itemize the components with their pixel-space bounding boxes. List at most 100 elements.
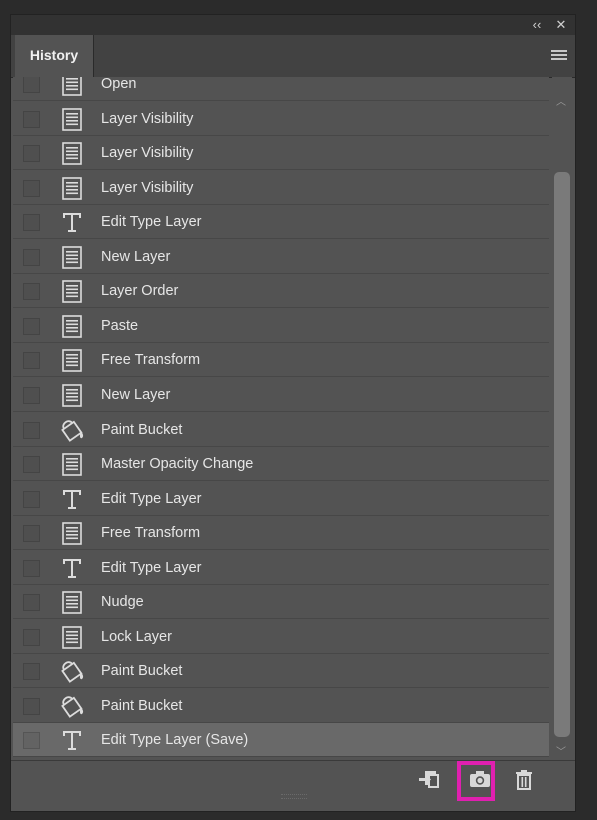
history-state-label: Open: [101, 77, 137, 92]
snapshot-source-checkbox[interactable]: [23, 490, 40, 508]
history-state-label: Paint Bucket: [101, 421, 183, 438]
scrollbar-thumb[interactable]: [554, 172, 570, 737]
history-state-label: Layer Visibility: [101, 179, 194, 196]
history-state-label: Edit Type Layer: [101, 559, 202, 576]
type-icon: [60, 728, 84, 752]
snapshot-source-checkbox[interactable]: [23, 697, 40, 715]
paint-bucket-icon: [60, 418, 84, 442]
panel-menu-icon[interactable]: [551, 50, 567, 62]
document-icon: [60, 176, 84, 200]
document-icon: [60, 141, 84, 165]
snapshot-source-checkbox[interactable]: [23, 732, 40, 750]
tab-strip: History: [11, 35, 575, 78]
history-state-row[interactable]: Layer Visibility: [13, 101, 549, 136]
scroll-up-icon[interactable]: ︿: [556, 93, 566, 108]
type-icon: [60, 487, 84, 511]
snapshot-source-checkbox[interactable]: [23, 77, 40, 93]
history-state-label: Lock Layer: [101, 628, 172, 645]
collapse-icon[interactable]: ‹‹: [527, 15, 547, 35]
history-state-row[interactable]: Master Opacity Change: [13, 447, 549, 482]
snapshot-source-checkbox[interactable]: [23, 559, 40, 577]
history-state-row[interactable]: New Layer: [13, 239, 549, 274]
history-state-label: Layer Visibility: [101, 110, 194, 127]
snapshot-source-checkbox[interactable]: [23, 283, 40, 301]
snapshot-source-checkbox[interactable]: [23, 663, 40, 681]
document-icon: [60, 314, 84, 338]
history-state-label: Free Transform: [101, 525, 201, 542]
history-state-label: Master Opacity Change: [101, 456, 254, 473]
history-state-row[interactable]: Nudge: [13, 585, 549, 620]
history-state-row[interactable]: Layer Order: [13, 274, 549, 309]
snapshot-source-checkbox[interactable]: [23, 110, 40, 128]
history-state-row[interactable]: Edit Type Layer: [13, 205, 549, 240]
history-state-row[interactable]: Free Transform: [13, 516, 549, 551]
history-state-row[interactable]: Layer Visibility: [13, 136, 549, 171]
document-icon: [60, 521, 84, 545]
resize-grip[interactable]: [281, 794, 307, 799]
type-icon: [60, 556, 84, 580]
history-state-label: Paint Bucket: [101, 663, 183, 680]
history-state-row[interactable]: Edit Type Layer: [13, 550, 549, 585]
document-icon: [60, 245, 84, 269]
document-icon: [60, 348, 84, 373]
history-state-label: Edit Type Layer: [101, 214, 202, 231]
camera-icon: [470, 771, 490, 787]
history-list: Open Layer Visibility Layer Visibility Laye…: [13, 77, 549, 760]
snapshot-source-checkbox[interactable]: [23, 317, 40, 335]
history-state-row[interactable]: Edit Type Layer: [13, 481, 549, 516]
scroll-down-icon[interactable]: ﹀: [556, 743, 566, 758]
paint-bucket-icon: [60, 694, 84, 718]
document-icon: [60, 452, 84, 476]
snapshot-source-checkbox[interactable]: [23, 145, 40, 163]
history-state-label: Layer Visibility: [101, 145, 194, 162]
document-icon: [60, 279, 84, 304]
close-icon[interactable]: ✕: [551, 15, 571, 35]
history-state-row[interactable]: Open: [13, 77, 549, 101]
snapshot-source-checkbox[interactable]: [23, 594, 40, 612]
history-state-label: Edit Type Layer (Save): [101, 732, 249, 749]
history-state-row[interactable]: Lock Layer: [13, 619, 549, 654]
history-state-row[interactable]: Paint Bucket: [13, 412, 549, 447]
history-state-label: Paint Bucket: [101, 697, 183, 714]
history-panel: ‹‹ ✕ History Open Layer Visibility Layer V…: [10, 14, 576, 812]
document-icon: [60, 590, 84, 615]
snapshot-source-checkbox[interactable]: [23, 352, 40, 370]
trash-icon: [516, 770, 532, 790]
history-state-label: Layer Order: [101, 283, 179, 300]
snapshot-source-checkbox[interactable]: [23, 386, 40, 404]
delete-state-button[interactable]: [509, 767, 539, 793]
history-state-row[interactable]: Paint Bucket: [13, 688, 549, 723]
snapshot-source-checkbox[interactable]: [23, 248, 40, 266]
snapshot-source-checkbox[interactable]: [23, 421, 40, 439]
panel-titlebar: ‹‹ ✕: [11, 15, 575, 35]
snapshot-source-checkbox[interactable]: [23, 456, 40, 474]
history-state-row[interactable]: Layer Visibility: [13, 170, 549, 205]
history-state-label: Edit Type Layer: [101, 490, 202, 507]
create-snapshot-button[interactable]: [465, 767, 495, 793]
snapshot-source-checkbox[interactable]: [23, 628, 40, 646]
history-state-label: Nudge: [101, 594, 144, 611]
document-icon: [60, 625, 84, 649]
type-icon: [60, 210, 84, 234]
new-document-from-state-icon: [419, 771, 439, 788]
history-state-row[interactable]: Edit Type Layer (Save): [13, 723, 549, 758]
history-state-label: Paste: [101, 317, 139, 334]
tab-history[interactable]: History: [15, 35, 94, 78]
bottom-toolbar: [11, 760, 575, 801]
history-state-label: Free Transform: [101, 352, 201, 369]
snapshot-source-checkbox[interactable]: [23, 179, 40, 197]
document-icon: [60, 107, 84, 131]
history-state-row[interactable]: New Layer: [13, 377, 549, 412]
document-icon: [60, 383, 84, 407]
history-state-row[interactable]: Paint Bucket: [13, 654, 549, 689]
history-state-row[interactable]: Paste: [13, 308, 549, 343]
history-state-label: New Layer: [101, 248, 171, 265]
history-state-label: New Layer: [101, 386, 171, 403]
snapshot-source-checkbox[interactable]: [23, 214, 40, 232]
new-document-from-state-button[interactable]: [413, 767, 443, 793]
history-state-row[interactable]: Free Transform: [13, 343, 549, 378]
document-icon: [60, 77, 84, 96]
paint-bucket-icon: [60, 659, 84, 684]
snapshot-source-checkbox[interactable]: [23, 525, 40, 543]
scrollbar[interactable]: ︿ ﹀: [552, 77, 572, 760]
